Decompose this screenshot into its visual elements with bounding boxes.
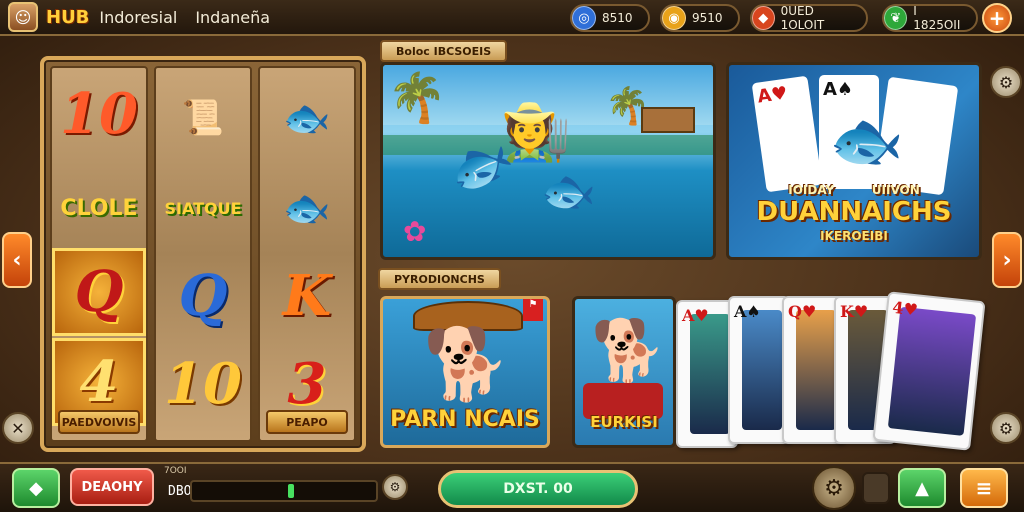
- section-tag-bottom: PYRODIONCHS: [378, 268, 501, 290]
- scroll-icon: 📜: [181, 98, 225, 138]
- cards-title: DUANNAICHS: [756, 197, 952, 227]
- fish-icon: 🐟: [283, 185, 331, 230]
- reel-2: 📜 SIATQUE Q 10: [154, 66, 252, 442]
- deploy-button[interactable]: DEAOHY: [70, 468, 154, 506]
- hub-logo: HUB: [46, 6, 90, 28]
- reel-symbol: Q: [178, 263, 228, 329]
- reel-3: 🐟 🐟 K 3 PEAPO: [258, 66, 356, 442]
- card-art: [796, 310, 836, 430]
- card-rank: 4♥: [891, 297, 919, 320]
- chip-value: 9510: [692, 11, 723, 25]
- settings-button[interactable]: ⚙: [812, 466, 856, 510]
- card-rank: A♥: [682, 306, 709, 325]
- playing-card: A♥: [751, 75, 823, 193]
- toggle-slot[interactable]: [862, 472, 890, 504]
- cards-caption: IKEROEIBI: [820, 229, 888, 243]
- fish-icon: 🐟: [541, 166, 596, 217]
- hut: [641, 107, 695, 133]
- palm-tree-icon: 🌴: [387, 70, 447, 126]
- reel-symbol: 10: [60, 81, 138, 147]
- card-rank: Q♥: [788, 302, 817, 321]
- fish-icon: 🐟: [829, 106, 904, 176]
- game-tile-cards[interactable]: A♥ A♠ 🐟 IOIDAY UIIVON DUANNAICHS IKEROEI…: [726, 62, 982, 260]
- dog-icon: 🐕: [591, 316, 666, 386]
- card-art: [742, 310, 782, 430]
- section-tag-top: Boloc IBCSOEIS: [380, 40, 508, 62]
- playing-card[interactable]: A♠: [728, 296, 790, 444]
- slot-reels: 10 CLOLE Q 4 PAEDVOIVIS 📜 SIATQUE Q 10 🐟…: [40, 56, 366, 452]
- title-left: Indoresial: [99, 7, 178, 27]
- chip-value: 0UED 1OLOIT: [780, 4, 825, 32]
- menu-button[interactable]: ≡: [960, 468, 1008, 508]
- leaf-icon: ❦: [884, 6, 908, 30]
- reel-symbol-highlight: Q: [52, 248, 146, 336]
- add-currency-button[interactable]: +: [982, 3, 1012, 33]
- currency-chip-globe[interactable]: ◎ 8510: [570, 4, 650, 32]
- progress-meter: [190, 480, 378, 502]
- currency-chip-gem[interactable]: ◆ 0UED 1OLOIT: [750, 4, 868, 32]
- card-art: [887, 306, 977, 436]
- game-tile-dog-2[interactable]: 🐕 EURKISI: [572, 296, 676, 448]
- game-tile-fishing[interactable]: 🌴 🌴 🧑‍🌾 🐟 🐟 ✿: [380, 62, 716, 260]
- reel-symbol: CLOLE: [60, 195, 138, 221]
- cards-sub-left: IOIDAY: [788, 183, 835, 197]
- globe-icon: ◎: [572, 6, 596, 30]
- gear-icon-small[interactable]: ⚙: [382, 474, 408, 500]
- settings-gear-button[interactable]: ⚙: [990, 66, 1022, 98]
- reel-symbol: SIATQUE: [164, 198, 242, 218]
- card-rank: A♠: [734, 302, 761, 321]
- fisherman-icon: 🧑‍🌾: [501, 100, 571, 165]
- gem-icon: ◆: [752, 6, 775, 30]
- home-up-button[interactable]: ▲: [898, 468, 946, 508]
- card-rank: K♥: [840, 302, 869, 321]
- flower-icon: ✿: [403, 215, 427, 248]
- reel-label: PEAPO: [266, 410, 348, 434]
- chip-value: I 1825OII: [913, 4, 961, 32]
- close-button[interactable]: ✕: [2, 412, 34, 444]
- dog-tile-title-2: EURKISI: [590, 413, 658, 431]
- prev-arrow-button[interactable]: ‹: [2, 232, 32, 288]
- stat-label: 7OOI: [164, 466, 187, 476]
- diamond-button[interactable]: ◆: [12, 468, 60, 508]
- reel-1: 10 CLOLE Q 4 PAEDVOIVIS: [50, 66, 148, 442]
- stat-value: DBO: [168, 484, 192, 499]
- avatar[interactable]: ☺: [8, 2, 38, 32]
- next-arrow-button[interactable]: ›: [992, 232, 1022, 288]
- chip-value: 8510: [602, 11, 633, 25]
- dog-icon: 🐕: [423, 323, 511, 405]
- cards-subtitle: IOIDAY UIIVON: [729, 183, 979, 197]
- game-tile-dog[interactable]: ⚑ 🐕 PARN NCAIS: [380, 296, 550, 448]
- fish-icon: 🐟: [283, 95, 331, 140]
- card-art: [690, 314, 730, 434]
- currency-chip-coin[interactable]: ◉ 9510: [660, 4, 740, 32]
- currency-chip-leaf[interactable]: ❦ I 1825OII: [882, 4, 978, 32]
- bookmark-badge: ⚑: [523, 299, 543, 321]
- reel-symbol: 10: [164, 351, 242, 417]
- main-action-button[interactable]: DXST. 00: [438, 470, 638, 508]
- playing-card[interactable]: 4♥: [872, 291, 986, 451]
- reel-label: PAEDVOIVIS: [58, 410, 140, 434]
- dog-tile-title: PARN NCAIS: [390, 407, 540, 432]
- title-right: Indaneña: [195, 7, 271, 27]
- top-bar: ☺ HUB Indoresial Indaneña: [0, 0, 1024, 36]
- cards-sub-right: UIIVON: [871, 183, 920, 197]
- reel-symbol: K: [282, 263, 332, 329]
- coin-icon: ◉: [662, 6, 686, 30]
- meter-indicator: [288, 484, 294, 498]
- settings-gear-button-bottom[interactable]: ⚙: [990, 412, 1022, 444]
